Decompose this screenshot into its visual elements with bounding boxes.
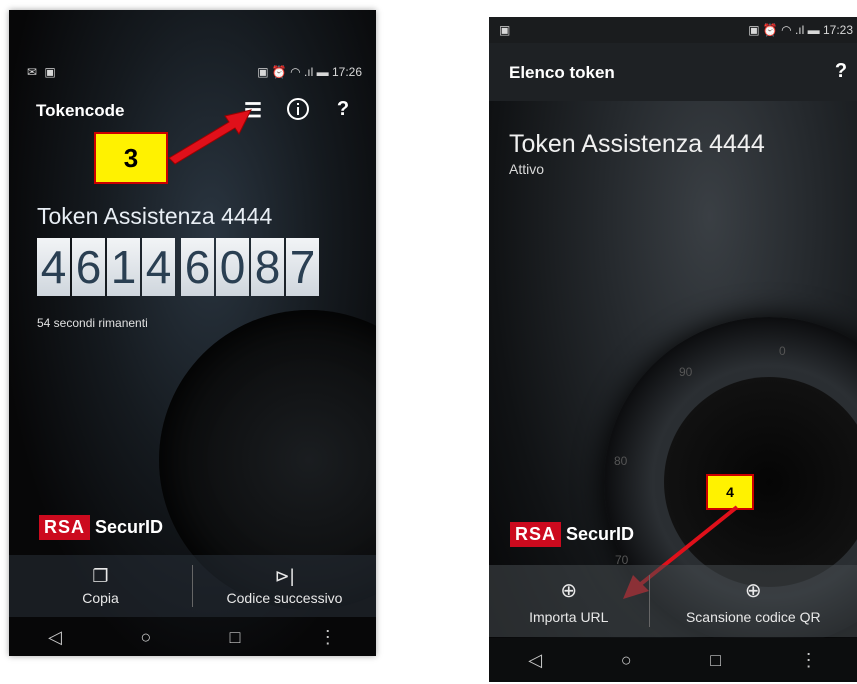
phone-screenshot-right: 90 0 80 70 ▣ ▣ ⏰ ◠ .ıl ▬ 17:23 Elenco to…	[489, 17, 857, 682]
more-icon[interactable]: ⋮	[319, 627, 337, 648]
code-group-1: 4614	[37, 238, 177, 296]
copy-label: Copia	[82, 590, 119, 606]
code-group-2: 6087	[181, 238, 321, 296]
token-status: Attivo	[509, 161, 545, 177]
rsa-securid-logo: RSA SecurID	[510, 522, 634, 547]
app-title: Elenco token	[509, 63, 615, 82]
bottom-action-bar: ❐ Copia ⊳| Codice successivo	[9, 555, 376, 617]
code-digit: 7	[286, 238, 319, 296]
help-icon[interactable]: ?	[331, 98, 355, 121]
add-circle-icon: ⊕	[560, 579, 578, 602]
back-icon[interactable]: ◁	[48, 627, 62, 648]
help-icon[interactable]: ?	[829, 60, 853, 83]
scan-qr-button[interactable]: ⊕ Scansione codice QR	[650, 565, 857, 637]
code-digit: 4	[142, 238, 175, 296]
import-url-button[interactable]: ⊕ Importa URL	[489, 565, 649, 637]
rsa-logo: RSA	[39, 515, 91, 540]
code-digit: 8	[251, 238, 284, 296]
notification-icons: ✉ ▣	[27, 65, 58, 79]
screenshot-icon: ▣	[499, 23, 513, 37]
code-digit: 0	[216, 238, 249, 296]
back-icon[interactable]: ◁	[528, 650, 542, 671]
code-digit: 4	[37, 238, 70, 296]
phone-screenshot-left: ✉ ▣ ▣ ⏰ ◠ .ıl ▬ 17:26 Tokencode ☰ ? 3 To…	[9, 10, 376, 656]
scan-qr-label: Scansione codice QR	[685, 608, 821, 625]
android-nav-bar: ◁ ○ □ ⋮	[489, 638, 857, 682]
add-circle-icon: ⊕	[744, 579, 762, 602]
token-list-item[interactable]: Token Assistenza 4444 Attivo	[509, 130, 765, 177]
android-nav-bar: ◁ ○ □ ⋮	[9, 618, 376, 656]
next-code-button[interactable]: ⊳| Codice successivo	[193, 555, 376, 617]
recents-icon[interactable]: □	[710, 650, 721, 671]
system-icons: ▣ ⏰ ◠ .ıl ▬	[257, 65, 332, 79]
copy-icon: ❐	[92, 566, 109, 586]
status-time: 17:23	[822, 23, 853, 37]
more-icon[interactable]: ⋮	[800, 650, 818, 671]
bottom-action-bar: ⊕ Importa URL ⊕ Scansione codice QR	[489, 565, 857, 637]
system-icons: ▣ ⏰ ◠ .ıl ▬	[748, 23, 823, 37]
securid-wordmark: SecurID	[566, 524, 635, 544]
home-icon[interactable]: ○	[621, 650, 632, 671]
dial-mark-80: 80	[614, 454, 628, 468]
info-icon[interactable]	[283, 97, 313, 127]
status-time: 17:26	[331, 65, 362, 79]
dial-mark-0: 0	[779, 344, 786, 358]
securid-wordmark: SecurID	[95, 517, 164, 537]
code-digit: 1	[107, 238, 140, 296]
rsa-securid-logo: RSA SecurID	[39, 515, 163, 540]
home-icon[interactable]: ○	[140, 627, 151, 648]
app-bar: Elenco token ?	[489, 43, 857, 101]
next-code-label: Codice successivo	[226, 590, 343, 606]
status-bar: ▣ ▣ ⏰ ◠ .ıl ▬ 17:23	[489, 17, 857, 43]
arrow-to-list-icon	[168, 109, 252, 165]
recents-icon[interactable]: □	[230, 627, 241, 648]
copy-button[interactable]: ❐ Copia	[9, 555, 192, 617]
token-name: Token Assistenza 4444	[37, 203, 273, 229]
app-title: Tokencode	[36, 101, 125, 120]
countdown-text: 54 secondi rimanenti	[37, 316, 148, 330]
dial-mark-90: 90	[679, 365, 693, 379]
token-name: Token Assistenza 4444	[509, 130, 765, 158]
rsa-logo: RSA	[510, 522, 562, 547]
code-digit: 6	[181, 238, 214, 296]
import-url-label: Importa URL	[529, 608, 609, 625]
skip-next-icon: ⊳|	[274, 566, 295, 586]
tokencode-display: 4614 6087	[37, 238, 321, 296]
code-digit: 6	[72, 238, 105, 296]
callout-3: 3	[94, 132, 168, 184]
